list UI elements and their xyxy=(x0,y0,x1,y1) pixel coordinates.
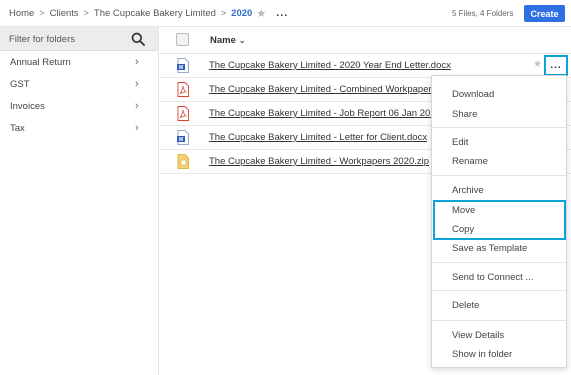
breadcrumb: Home > Clients > The Cupcake Bakery Limi… xyxy=(0,0,288,27)
list-header: Name ⌄ xyxy=(160,27,571,54)
menu-item-send-to-connect[interactable]: Send to Connect ... xyxy=(452,272,533,283)
file-name-link[interactable]: The Cupcake Bakery Limited - 2020 Year E… xyxy=(209,60,451,71)
sidebar-item-tax[interactable]: Tax › xyxy=(0,117,158,139)
menu-divider xyxy=(432,290,566,291)
sidebar-item-annual-return[interactable]: Annual Return › xyxy=(0,51,158,73)
sidebar-item-label: Tax xyxy=(10,122,25,134)
folder-sidebar: Annual Return › GST › Invoices › Tax › xyxy=(0,27,159,375)
select-all-checkbox[interactable] xyxy=(176,33,189,46)
breadcrumb-more-button[interactable]: ... xyxy=(276,7,288,19)
menu-item-archive[interactable]: Archive xyxy=(452,185,484,196)
chevron-right-icon: › xyxy=(135,56,139,68)
move-copy-highlight xyxy=(433,200,566,240)
row-more-actions-button[interactable]: ... xyxy=(544,55,568,76)
create-button[interactable]: Create xyxy=(524,5,565,22)
menu-item-share[interactable]: Share xyxy=(452,109,477,120)
breadcrumb-separator: > xyxy=(220,8,227,18)
sidebar-item-gst[interactable]: GST › xyxy=(0,73,158,95)
file-name-link[interactable]: The Cupcake Bakery Limited - Combined Wo… xyxy=(209,84,432,95)
sidebar-item-label: Invoices xyxy=(10,100,45,112)
menu-divider xyxy=(432,262,566,263)
chevron-down-icon: ⌄ xyxy=(238,36,246,45)
menu-item-edit[interactable]: Edit xyxy=(452,137,468,148)
name-header-label: Name xyxy=(210,35,236,46)
name-column-header[interactable]: Name ⌄ xyxy=(210,35,246,46)
search-icon[interactable] xyxy=(131,32,145,46)
file-name-link[interactable]: The Cupcake Bakery Limited - Workpapers … xyxy=(209,156,429,167)
favorite-star-icon[interactable]: ★ xyxy=(533,59,542,70)
folder-filter xyxy=(0,27,158,51)
menu-item-show-in-folder[interactable]: Show in folder xyxy=(452,349,512,360)
svg-text:W: W xyxy=(179,65,184,71)
file-name-link[interactable]: The Cupcake Bakery Limited - Letter for … xyxy=(209,132,427,143)
favorite-star-icon[interactable]: ★ xyxy=(256,7,266,20)
breadcrumb-separator: > xyxy=(39,8,45,18)
chevron-right-icon: › xyxy=(135,100,139,112)
file-count: 5 Files, 4 Folders xyxy=(452,9,514,18)
filter-folders-input[interactable] xyxy=(0,27,125,51)
menu-divider xyxy=(432,175,566,176)
breadcrumb-home[interactable]: Home xyxy=(9,8,34,19)
menu-item-delete[interactable]: Delete xyxy=(452,300,479,311)
breadcrumb-client[interactable]: The Cupcake Bakery Limited xyxy=(94,8,216,19)
menu-item-download[interactable]: Download xyxy=(452,89,494,100)
menu-divider xyxy=(432,127,566,128)
word-doc-icon: W xyxy=(177,130,189,145)
breadcrumb-current-folder: 2020 xyxy=(231,7,253,19)
top-bar: Home > Clients > The Cupcake Bakery Limi… xyxy=(0,0,571,27)
menu-item-save-as-template[interactable]: Save as Template xyxy=(452,243,527,254)
file-name-link[interactable]: The Cupcake Bakery Limited - Job Report … xyxy=(209,108,432,119)
chevron-right-icon: › xyxy=(135,122,139,134)
menu-divider xyxy=(432,320,566,321)
pdf-icon xyxy=(177,106,189,121)
sidebar-item-label: Annual Return xyxy=(10,56,71,68)
svg-text:W: W xyxy=(179,137,184,143)
pdf-icon xyxy=(177,82,189,97)
menu-item-view-details[interactable]: View Details xyxy=(452,330,504,341)
chevron-right-icon: › xyxy=(135,78,139,90)
zip-icon xyxy=(177,154,189,169)
breadcrumb-separator: > xyxy=(83,8,89,18)
breadcrumb-clients[interactable]: Clients xyxy=(50,8,79,19)
sidebar-item-label: GST xyxy=(10,78,30,90)
word-doc-icon: W xyxy=(177,58,189,73)
sidebar-item-invoices[interactable]: Invoices › xyxy=(0,95,158,117)
menu-item-rename[interactable]: Rename xyxy=(452,156,488,167)
